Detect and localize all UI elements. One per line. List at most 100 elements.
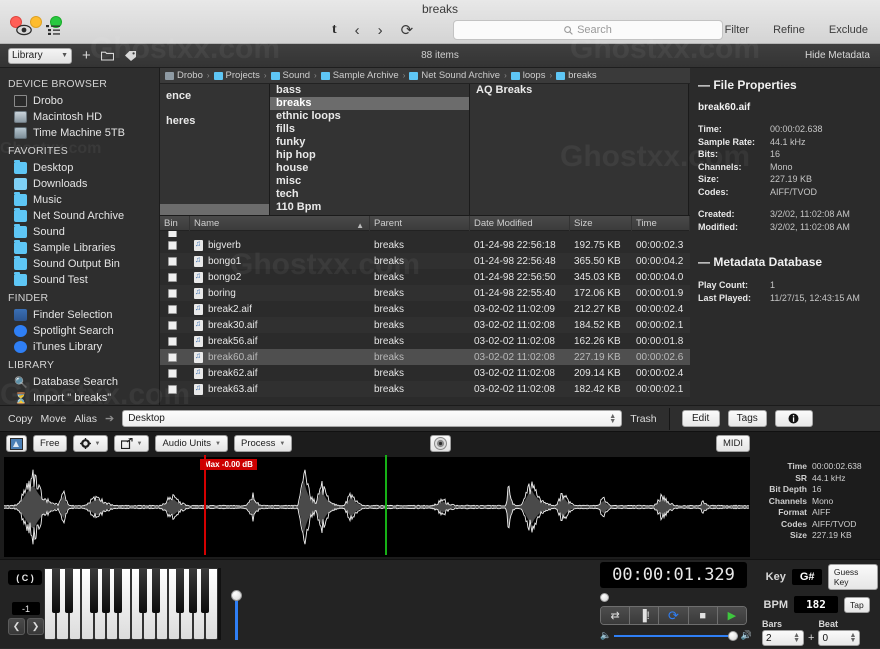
column-item-funky[interactable]: funky [270,136,469,149]
piano-black-key[interactable] [89,568,98,613]
piano-black-key[interactable] [151,568,160,613]
bin-checkbox[interactable] [168,320,177,330]
alias-button[interactable]: Alias [74,413,97,425]
column-header-date-modified[interactable]: Date Modified [470,216,570,231]
move-button[interactable]: Move [41,413,67,425]
name-cell[interactable]: boring [190,287,370,299]
sidebar-item-music[interactable]: Music [0,192,159,208]
sidebar-item-sound-test[interactable]: Sound Test [0,272,159,288]
keyboard-velocity-slider[interactable] [231,568,242,640]
breadcrumb-item-drobo[interactable]: Drobo [165,70,203,81]
refine-button[interactable]: Refine [773,24,805,36]
column-item-aq-breaks[interactable]: AQ Breaks [470,84,688,97]
column-item-house[interactable]: house [270,162,469,175]
sidebar-item-drobo[interactable]: Drobo [0,93,159,109]
octave-prev-button[interactable]: ❮ [8,618,25,635]
filter-button[interactable]: Filter [725,24,749,36]
sidebar-item-database-search[interactable]: 🔍 Database Search [0,374,159,390]
tap-button[interactable]: Tap [844,596,870,613]
sidebar-item-net-sound-archive[interactable]: Net Sound Archive [0,208,159,224]
volume-knob[interactable] [727,630,738,641]
scrub-knob[interactable] [600,593,609,602]
octave-controls[interactable]: ❮ ❯ [8,618,44,635]
piano-keyboard[interactable] [44,568,221,640]
sidebar-item-finder-selection[interactable]: Finder Selection [0,307,159,323]
shuffle-button[interactable]: ⇄ [601,607,631,624]
table-row[interactable]: break2.aif breaks 03-02-02 11:02:09 212.27 … [160,301,690,317]
bin-cell[interactable] [160,368,190,378]
table-row[interactable]: break60.aif breaks 03-02-02 11:02:08 227.19… [160,349,690,365]
column-item-selected-partial[interactable] [160,204,269,215]
exclude-button[interactable]: Exclude [829,24,868,36]
name-cell[interactable]: break60.aif [190,351,370,363]
column-item-tech[interactable]: tech [270,188,469,201]
key-value[interactable]: G# [791,569,822,585]
column-item-hip-hop[interactable]: hip hop [270,149,469,162]
sidebar-item-itunes-library[interactable]: iTunes Library [0,339,159,355]
column-item-misc[interactable]: misc [270,175,469,188]
piano-black-key[interactable] [64,568,73,613]
list-view-icon[interactable] [46,24,61,36]
bin-cell[interactable] [160,272,190,282]
transport-button-group[interactable]: ⇄ ▐! ⟳ ■ ▶ [600,606,747,625]
column-browser-column-2[interactable]: bass breaks ethnic loops fills funky hip… [270,84,470,215]
stop-button[interactable]: ■ [688,607,718,624]
record-button[interactable] [430,435,451,452]
reload-button[interactable]: ⟳ [401,21,414,39]
end-marker[interactable] [385,455,387,555]
name-cell[interactable]: break30.aif [190,319,370,331]
sidebar-item-desktop[interactable]: Desktop [0,160,159,176]
sidebar-item-spotlight-search[interactable]: Spotlight Search [0,323,159,339]
breadcrumb-item-loops[interactable]: loops [510,70,545,81]
trash-button[interactable]: Trash [630,413,656,425]
name-cell[interactable]: bigverb [190,239,370,251]
bin-cell[interactable] [160,384,190,394]
midi-button[interactable]: MIDI [715,435,750,452]
guess-key-button[interactable]: Guess Key [827,564,878,590]
sidebar-item-downloads[interactable]: Downloads [0,176,159,192]
sidebar-item-macintosh-hd[interactable]: Macintosh HD [0,109,159,125]
waveform-display[interactable] [4,457,750,557]
table-row[interactable]: boring breaks 01-24-98 22:55:40 172.06 KB 00… [160,285,690,301]
name-cell[interactable]: break63.aif [190,383,370,395]
bin-cell[interactable] [160,240,190,250]
breadcrumb-item-net-sound-archive[interactable]: Net Sound Archive [409,70,500,81]
column-item-breaks[interactable]: breaks [270,97,469,110]
library-dropdown[interactable]: Library ▼ [8,47,72,64]
table-row[interactable]: break63.aif breaks 03-02-02 11:02:08 182.42… [160,381,690,397]
search-input[interactable]: Search [453,20,723,40]
bin-checkbox[interactable] [168,336,177,346]
piano-black-key[interactable] [139,568,148,613]
back-button[interactable]: ‹ [355,22,360,39]
copy-button[interactable]: Copy [8,413,33,425]
scrub-slider[interactable] [600,593,747,602]
info-button[interactable] [774,410,813,427]
edit-button[interactable]: Edit [681,410,720,427]
breadcrumb[interactable]: Drobo › Projects › Sound › Sample Archiv… [160,68,690,84]
bars-stepper[interactable]: 2 ▲ ▼ [762,630,804,646]
sidebar[interactable]: DEVICE BROWSER Drobo Macintosh HD Time M… [0,68,160,405]
bin-checkbox[interactable] [168,256,177,266]
bin-cell[interactable] [160,320,190,330]
cue-button[interactable]: ▐! [630,607,660,624]
column-browser-column-3[interactable]: AQ Breaks [470,84,689,215]
add-button[interactable]: + [82,47,91,64]
stepper-icon[interactable]: ▲ ▼ [850,632,857,644]
bin-checkbox[interactable] [168,240,177,250]
hide-metadata-button[interactable]: Hide Metadata [805,50,870,61]
column-item-ethnic-loops[interactable]: ethnic loops [270,110,469,123]
bin-cell[interactable] [160,336,190,346]
audio-units-dropdown[interactable]: Audio Units ▼ [155,435,228,452]
table-row[interactable]: break56.aif breaks 03-02-02 11:02:08 162.26… [160,333,690,349]
process-dropdown[interactable]: Process ▼ [234,435,293,452]
file-table[interactable]: Bin Name ▲ Parent Date Modified Size Tim… [160,216,690,405]
table-body[interactable]: bigverb breaks 01-24-98 22:56:18 192.75 KB 0… [160,237,690,397]
share-button[interactable]: ▼ [113,435,150,452]
bin-cell[interactable] [160,352,190,362]
piano-black-key[interactable] [102,568,110,613]
sidebar-item-time-machine[interactable]: Time Machine 5TB [0,125,159,141]
column-item-110-bpm[interactable]: 110 Bpm [270,201,469,214]
bin-cell[interactable] [160,256,190,266]
tags-button[interactable]: Tags [727,410,767,427]
table-row[interactable]: break62.aif breaks 03-02-02 11:02:08 209.14… [160,365,690,381]
